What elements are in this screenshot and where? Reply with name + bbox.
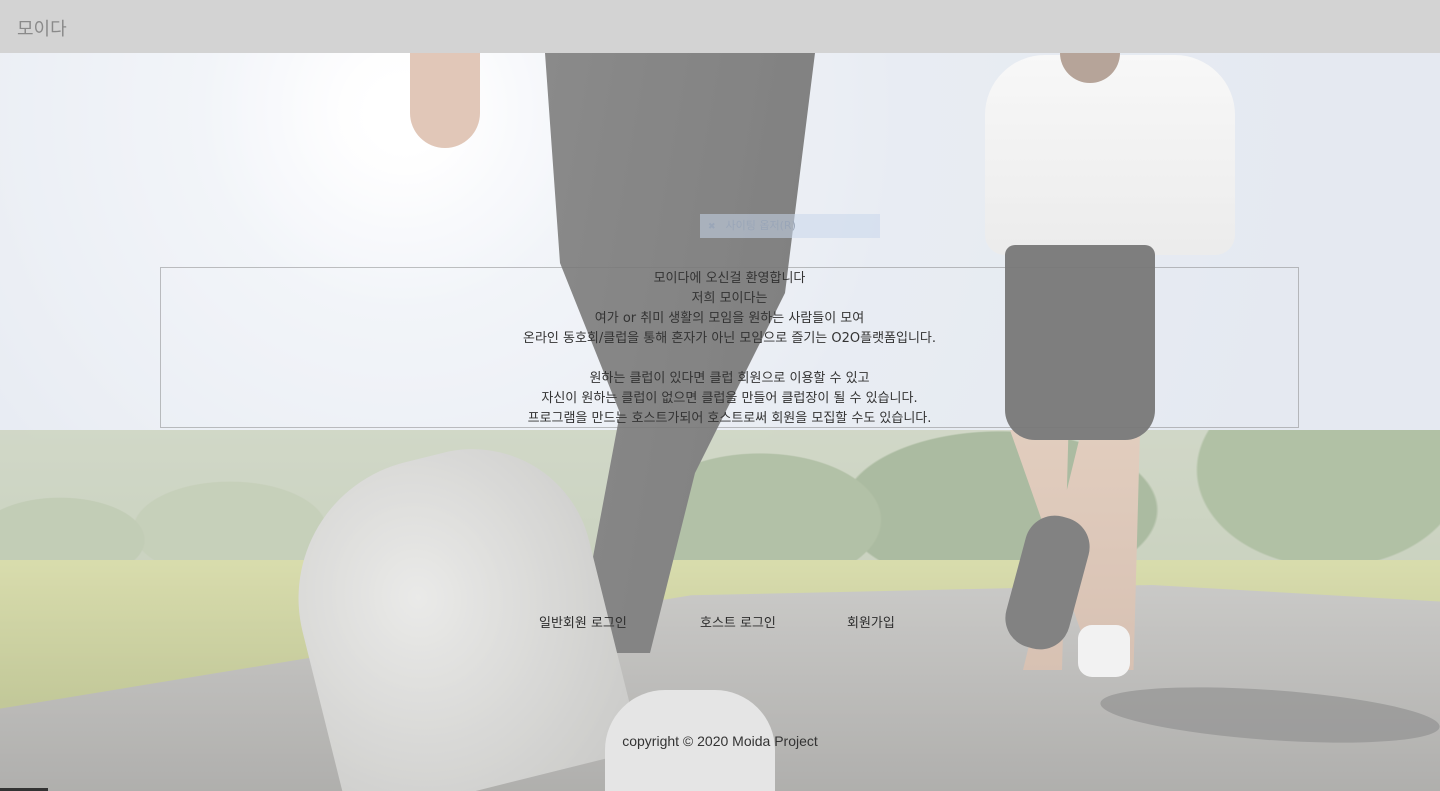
faded-badge-text: 사이팅 옵저(R)	[725, 219, 796, 232]
welcome-line: 저희 모이다는	[691, 291, 768, 306]
welcome-line: 온라인 동호회/클럽을 통해 혼자가 아닌 모임으로 즐기는 O2O플랫폼입니다…	[522, 331, 936, 346]
top-bar: 모이다	[0, 0, 1440, 53]
welcome-box: 모이다에 오신걸 환영합니다 저희 모이다는 여가 or 취미 생활의 모임을 …	[160, 267, 1299, 428]
close-icon: ✖	[708, 222, 716, 232]
host-login-link[interactable]: 호스트 로그인	[700, 612, 776, 631]
signup-link[interactable]: 회원가입	[847, 612, 895, 631]
welcome-line: 원하는 클럽이 있다면 클럽 회원으로 이용할 수 있고	[589, 371, 870, 386]
welcome-line: 여가 or 취미 생활의 모임을 원하는 사람들이 모여	[594, 311, 865, 326]
welcome-line: 프로그램을 만드는 호스트가되어 호스트로써 회원을 모집할 수도 있습니다.	[527, 411, 932, 426]
footer-copyright: copyright © 2020 Moida Project	[622, 733, 818, 749]
welcome-line: 모이다에 오신걸 환영합니다	[653, 271, 806, 286]
faded-badge: ✖ 사이팅 옵저(R)	[700, 214, 880, 238]
welcome-line	[161, 349, 1298, 369]
brand-logo-link[interactable]: 모이다	[17, 15, 67, 41]
welcome-line: 자신이 원하는 클럽이 없으면 클럽을 만들어 클럽장이 될 수 있습니다.	[541, 391, 918, 406]
member-login-link[interactable]: 일반회원 로그인	[539, 612, 627, 631]
